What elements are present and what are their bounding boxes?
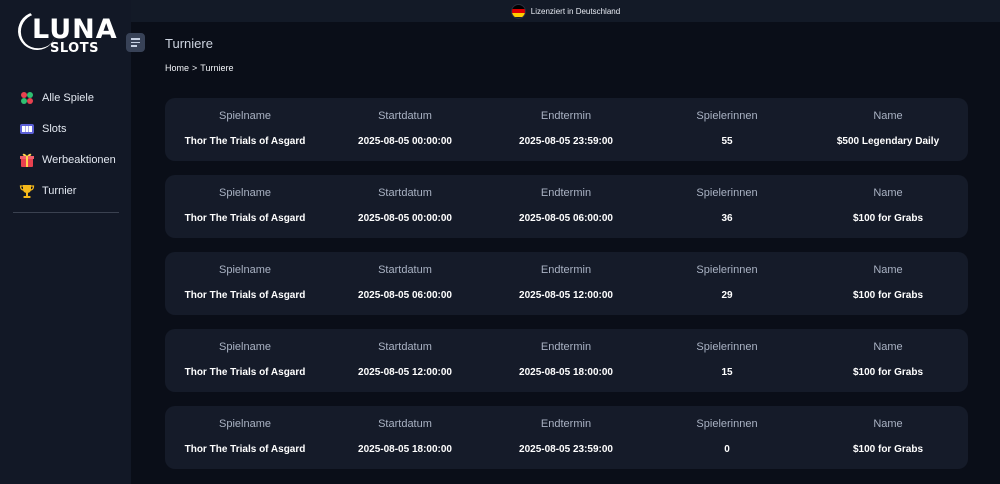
sidebar-item-slots[interactable]: Slots — [0, 113, 131, 144]
column-header: Name — [873, 187, 903, 199]
cell-tournament-name: $100 for Grabs — [852, 444, 924, 455]
cell-end-date: 2025-08-05 06:00:00 — [519, 213, 613, 224]
column-header: Startdatum — [378, 341, 432, 353]
cell-tournament-name: $100 for Grabs — [852, 213, 924, 224]
tournament-card[interactable]: Spielname Thor The Trials of Asgard Startd… — [165, 406, 968, 469]
column-header: Name — [873, 341, 903, 353]
column-header: Spielname — [219, 110, 271, 122]
cell-players: 0 — [724, 444, 730, 455]
column-header: Startdatum — [378, 418, 432, 430]
cell-start-date: 2025-08-05 18:00:00 — [358, 444, 452, 455]
sidebar-item-label: Werbeaktionen — [42, 153, 116, 166]
cell-start-date: 2025-08-05 00:00:00 — [358, 136, 452, 147]
menu-icon — [131, 38, 140, 40]
tournament-card[interactable]: Spielname Thor The Trials of Asgard Startd… — [165, 329, 968, 392]
column-header: Endtermin — [540, 341, 592, 353]
cell-players: 15 — [721, 367, 733, 378]
luna-slots-logo[interactable]: LUNA SLOTS — [12, 6, 118, 60]
breadcrumb-current: Turniere — [200, 63, 234, 73]
tournament-card[interactable]: Spielname Thor The Trials of Asgard Startd… — [165, 252, 968, 315]
cell-game-name: Thor The Trials of Asgard — [184, 213, 306, 224]
column-header: Spielname — [219, 264, 271, 276]
gift-icon — [19, 152, 35, 168]
column-header: Startdatum — [378, 110, 432, 122]
column-header: Spielerinnen — [696, 187, 758, 199]
cell-end-date: 2025-08-05 18:00:00 — [519, 367, 613, 378]
cell-end-date: 2025-08-05 23:59:00 — [519, 136, 613, 147]
cell-players: 29 — [721, 290, 733, 301]
license-text: Lizenziert in Deutschland — [530, 6, 621, 16]
sidebar-toggle-button[interactable] — [126, 33, 145, 52]
sidebar: LUNA SLOTS Alle Spiele Slots Werbeaktion… — [0, 0, 131, 484]
page-title: Turniere — [165, 36, 213, 51]
sidebar-nav: Alle Spiele Slots Werbeaktionen Turnier — [0, 82, 131, 206]
column-header: Endtermin — [540, 264, 592, 276]
cards-icon — [19, 90, 35, 106]
logo-title: LUNA — [32, 14, 118, 45]
sidebar-item-label: Slots — [42, 122, 67, 135]
breadcrumb-home-link[interactable]: Home — [165, 63, 189, 73]
column-header: Spielerinnen — [696, 264, 758, 276]
column-header: Endtermin — [540, 110, 592, 122]
column-header: Spielname — [219, 418, 271, 430]
breadcrumb: Home > Turniere — [165, 63, 233, 73]
column-header: Spielname — [219, 341, 271, 353]
column-header: Startdatum — [378, 264, 432, 276]
cell-game-name: Thor The Trials of Asgard — [184, 290, 306, 301]
cell-players: 55 — [721, 136, 733, 147]
column-header: Endtermin — [540, 418, 592, 430]
column-header: Name — [873, 110, 903, 122]
column-header: Name — [873, 264, 903, 276]
cell-game-name: Thor The Trials of Asgard — [184, 444, 306, 455]
column-header: Spielerinnen — [696, 418, 758, 430]
cell-tournament-name: $500 Legendary Daily — [836, 136, 940, 147]
column-header: Spielname — [219, 187, 271, 199]
column-header: Spielerinnen — [696, 110, 758, 122]
sidebar-item-alle-spiele[interactable]: Alle Spiele — [0, 82, 131, 113]
column-header: Spielerinnen — [696, 341, 758, 353]
trophy-icon — [19, 183, 35, 199]
logo-subtitle: SLOTS — [50, 41, 99, 56]
german-flag-icon — [510, 3, 526, 19]
column-header: Endtermin — [540, 187, 592, 199]
cell-end-date: 2025-08-05 23:59:00 — [519, 444, 613, 455]
cell-start-date: 2025-08-05 06:00:00 — [358, 290, 452, 301]
breadcrumb-separator: > — [192, 63, 198, 73]
cell-tournament-name: $100 for Grabs — [852, 367, 924, 378]
sidebar-divider — [13, 212, 119, 213]
cell-start-date: 2025-08-05 00:00:00 — [358, 213, 452, 224]
cell-players: 36 — [721, 213, 733, 224]
column-header: Startdatum — [378, 187, 432, 199]
cell-game-name: Thor The Trials of Asgard — [184, 136, 306, 147]
sidebar-item-label: Alle Spiele — [42, 91, 94, 104]
cell-game-name: Thor The Trials of Asgard — [184, 367, 306, 378]
slot-machine-icon — [19, 121, 35, 137]
cell-start-date: 2025-08-05 12:00:00 — [358, 367, 452, 378]
sidebar-item-werbeaktionen[interactable]: Werbeaktionen — [0, 144, 131, 175]
sidebar-item-label: Turnier — [42, 184, 77, 197]
cell-tournament-name: $100 for Grabs — [852, 290, 924, 301]
tournament-card[interactable]: Spielname Thor The Trials of Asgard Startd… — [165, 98, 968, 161]
cell-end-date: 2025-08-05 12:00:00 — [519, 290, 613, 301]
column-header: Name — [873, 418, 903, 430]
sidebar-item-turnier[interactable]: Turnier — [0, 175, 131, 206]
tournament-card[interactable]: Spielname Thor The Trials of Asgard Startd… — [165, 175, 968, 238]
license-banner: Lizenziert in Deutschland — [131, 0, 1000, 22]
